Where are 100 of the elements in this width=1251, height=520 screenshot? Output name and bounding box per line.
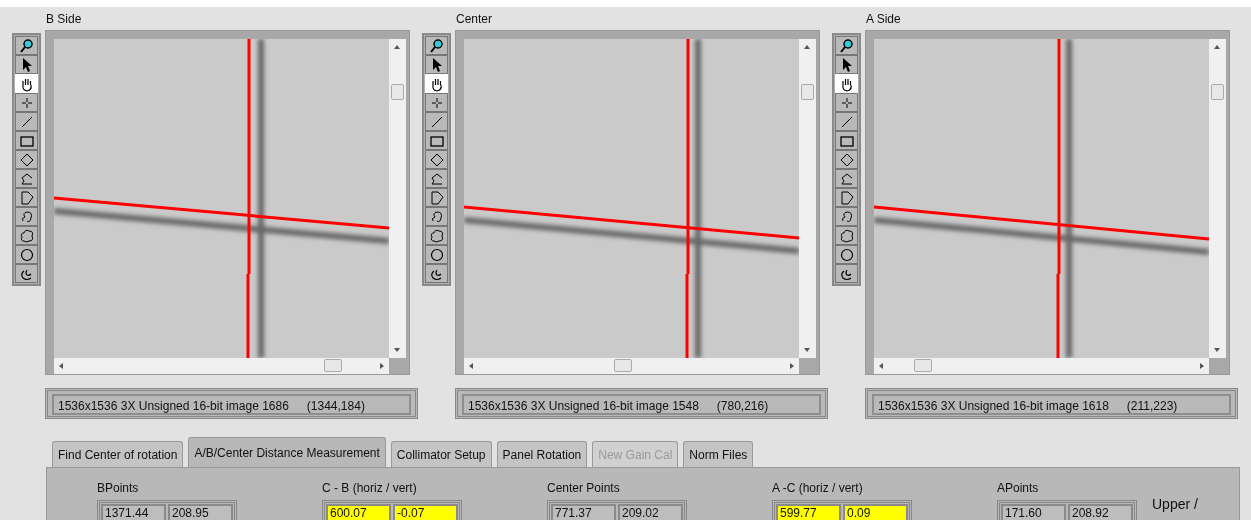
polyline-tool-button[interactable]: [15, 169, 38, 188]
rectangle-tool-button[interactable]: [425, 131, 448, 150]
vertical-scrollbar[interactable]: [799, 39, 816, 358]
line-tool-button[interactable]: [425, 112, 448, 131]
polygon-tool-button[interactable]: [835, 188, 858, 207]
field-label: APoints: [997, 480, 1040, 497]
line-tool-button[interactable]: [15, 112, 38, 131]
arrow-cursor-tool-button[interactable]: [425, 55, 448, 74]
polyline-tool-button[interactable]: [425, 169, 448, 188]
scroll-up-arrow-icon[interactable]: [1214, 44, 1220, 50]
annulus-tool-button[interactable]: [425, 264, 448, 283]
scroll-down-arrow-icon[interactable]: [394, 347, 400, 353]
scroll-down-arrow-icon[interactable]: [804, 347, 810, 353]
polygon-icon: [428, 189, 445, 206]
numeric-field: 208.95: [168, 504, 233, 520]
freehand-tool-button[interactable]: [15, 207, 38, 226]
cloud-shape-icon: [428, 227, 445, 244]
scroll-up-arrow-icon[interactable]: [804, 44, 810, 50]
cloud-shape-icon: [18, 227, 35, 244]
panel-title: Center: [455, 11, 494, 28]
diamond-tool-button[interactable]: [15, 150, 38, 169]
vertical-scrollbar[interactable]: [389, 39, 406, 358]
cursor-coordinates: (1344,184): [306, 398, 365, 412]
numeric-field: 171.60: [1001, 504, 1066, 520]
line-tool-button[interactable]: [835, 112, 858, 131]
tab[interactable]: A/B/Center Distance Measurement: [188, 437, 386, 467]
numeric-field: 599.77: [776, 504, 841, 520]
tab[interactable]: Find Center of rotation: [52, 441, 184, 467]
scroll-left-arrow-icon[interactable]: [468, 363, 474, 369]
scroll-thumb[interactable]: [324, 359, 342, 372]
circle-icon: [838, 246, 855, 263]
image-info-text: 1536x1536 3X Unsigned 16-bit image 1686: [58, 398, 289, 412]
vertical-scrollbar[interactable]: [1209, 39, 1226, 358]
scroll-thumb[interactable]: [614, 359, 632, 372]
polygon-tool-button[interactable]: [15, 188, 38, 207]
diamond-tool-button[interactable]: [425, 150, 448, 169]
polyline-tool-button[interactable]: [835, 169, 858, 188]
freehand-tool-button[interactable]: [835, 207, 858, 226]
rectangle-tool-button[interactable]: [15, 131, 38, 150]
field-label: BPoints: [97, 480, 140, 497]
tab[interactable]: Collimator Setup: [390, 441, 492, 467]
diamond-tool-button[interactable]: [835, 150, 858, 169]
numeric-field: 771.37: [551, 504, 616, 520]
scroll-left-arrow-icon[interactable]: [58, 363, 64, 369]
annulus-tool-button[interactable]: [15, 264, 38, 283]
scroll-thumb[interactable]: [391, 84, 404, 100]
scroll-right-arrow-icon[interactable]: [1199, 363, 1205, 369]
horizontal-scrollbar[interactable]: [464, 358, 799, 374]
diamond-icon: [18, 151, 35, 168]
arrow-cursor-tool-button[interactable]: [835, 55, 858, 74]
magnifier-tool-button[interactable]: [425, 36, 448, 55]
tab[interactable]: Panel Rotation: [496, 441, 588, 467]
magnifier-tool-button[interactable]: [835, 36, 858, 55]
polygon-tool-button[interactable]: [425, 188, 448, 207]
image-info-text: 1536x1536 3X Unsigned 16-bit image 1548: [468, 398, 699, 412]
hand-tool-button[interactable]: [425, 74, 448, 93]
numeric-field: 600.07: [326, 504, 391, 520]
magnifier-icon: [428, 37, 445, 54]
scroll-down-arrow-icon[interactable]: [1214, 347, 1220, 353]
magnifier-icon: [838, 37, 855, 54]
scroll-thumb[interactable]: [914, 359, 932, 372]
cloud-shape-tool-button[interactable]: [835, 226, 858, 245]
numeric-field: -0.07: [393, 504, 458, 520]
hand-tool-button[interactable]: [15, 74, 38, 93]
scroll-left-arrow-icon[interactable]: [878, 363, 884, 369]
field-label: Center Points: [547, 480, 621, 497]
arrow-cursor-tool-button[interactable]: [15, 55, 38, 74]
numeric-field: 209.02: [618, 504, 683, 520]
annulus-tool-button[interactable]: [835, 264, 858, 283]
numeric-field: 0.09: [843, 504, 908, 520]
numeric-field: 208.92: [1068, 504, 1133, 520]
polygon-icon: [18, 189, 35, 206]
circle-tool-button[interactable]: [835, 245, 858, 264]
magnifier-icon: [18, 37, 35, 54]
circle-tool-button[interactable]: [425, 245, 448, 264]
rectangle-tool-button[interactable]: [835, 131, 858, 150]
scroll-right-arrow-icon[interactable]: [789, 363, 795, 369]
side-label: Upper /: [1152, 495, 1198, 514]
scroll-thumb[interactable]: [801, 84, 814, 100]
cursor-coordinates: (780,216): [716, 398, 769, 412]
horizontal-scrollbar[interactable]: [54, 358, 389, 374]
tab[interactable]: Norm Files: [683, 441, 754, 467]
circle-tool-button[interactable]: [15, 245, 38, 264]
diamond-icon: [428, 151, 445, 168]
horizontal-scrollbar[interactable]: [874, 358, 1209, 374]
scroll-thumb[interactable]: [1211, 84, 1224, 100]
scroll-right-arrow-icon[interactable]: [379, 363, 385, 369]
cloud-shape-tool-button[interactable]: [15, 226, 38, 245]
panel-title: B Side: [45, 11, 83, 28]
panel-title: A Side: [865, 11, 902, 28]
numeric-field: 1371.44: [101, 504, 166, 520]
freehand-tool-button[interactable]: [425, 207, 448, 226]
scroll-up-arrow-icon[interactable]: [394, 44, 400, 50]
magnifier-tool-button[interactable]: [15, 36, 38, 55]
cursor-coordinates: (211,223): [1126, 398, 1178, 412]
cloud-shape-tool-button[interactable]: [425, 226, 448, 245]
field-label: C - B (horiz / vert): [322, 480, 418, 497]
hand-tool-button[interactable]: [835, 74, 858, 93]
circle-icon: [18, 246, 35, 263]
polygon-icon: [838, 189, 855, 206]
